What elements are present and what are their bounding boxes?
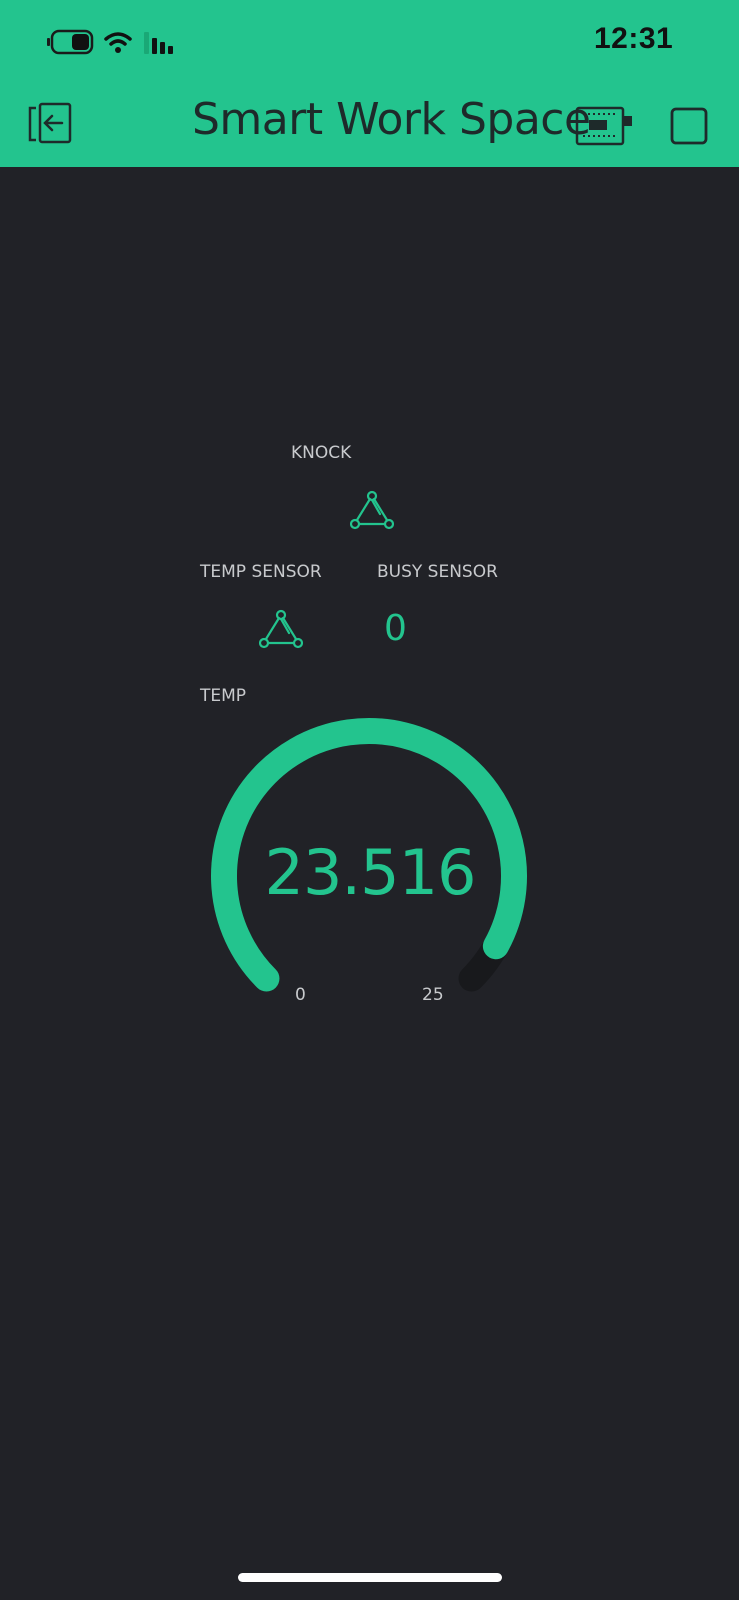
webhook-icon-svg: [349, 490, 395, 530]
device-icon[interactable]: [575, 104, 633, 152]
knock-label: KNOCK: [291, 443, 352, 463]
status-icons-svg: [47, 29, 173, 55]
webhook-icon[interactable]: [349, 490, 395, 534]
webhook-icon[interactable]: [258, 609, 304, 653]
page-title: Smart Work Space: [192, 94, 591, 145]
status-time: 12:31: [594, 22, 674, 55]
home-indicator[interactable]: [238, 1573, 502, 1582]
exit-icon-svg: [28, 102, 72, 144]
stop-square-icon-svg: [670, 107, 708, 145]
stop-square-icon[interactable]: [670, 107, 708, 149]
battery-icon: [47, 29, 94, 55]
device-icon-svg: [575, 106, 632, 146]
signal-icon: [144, 32, 173, 54]
temp-sensor-label: TEMP SENSOR: [200, 562, 322, 582]
wifi-icon: [104, 32, 132, 53]
status-icons: [46, 28, 186, 58]
busy-sensor-label: BUSY SENSOR: [377, 562, 498, 582]
gauge-min-label: 0: [295, 985, 306, 1005]
exit-icon[interactable]: [26, 102, 74, 150]
busy-sensor-value: 0: [384, 608, 407, 649]
gauge-max-label: 25: [422, 985, 444, 1005]
webhook-icon-svg: [258, 609, 304, 649]
temp-gauge-value: 23.516: [264, 836, 477, 909]
temp-gauge-label: TEMP: [200, 686, 247, 706]
app-header: 12:31 Smart Work Space: [0, 0, 739, 167]
